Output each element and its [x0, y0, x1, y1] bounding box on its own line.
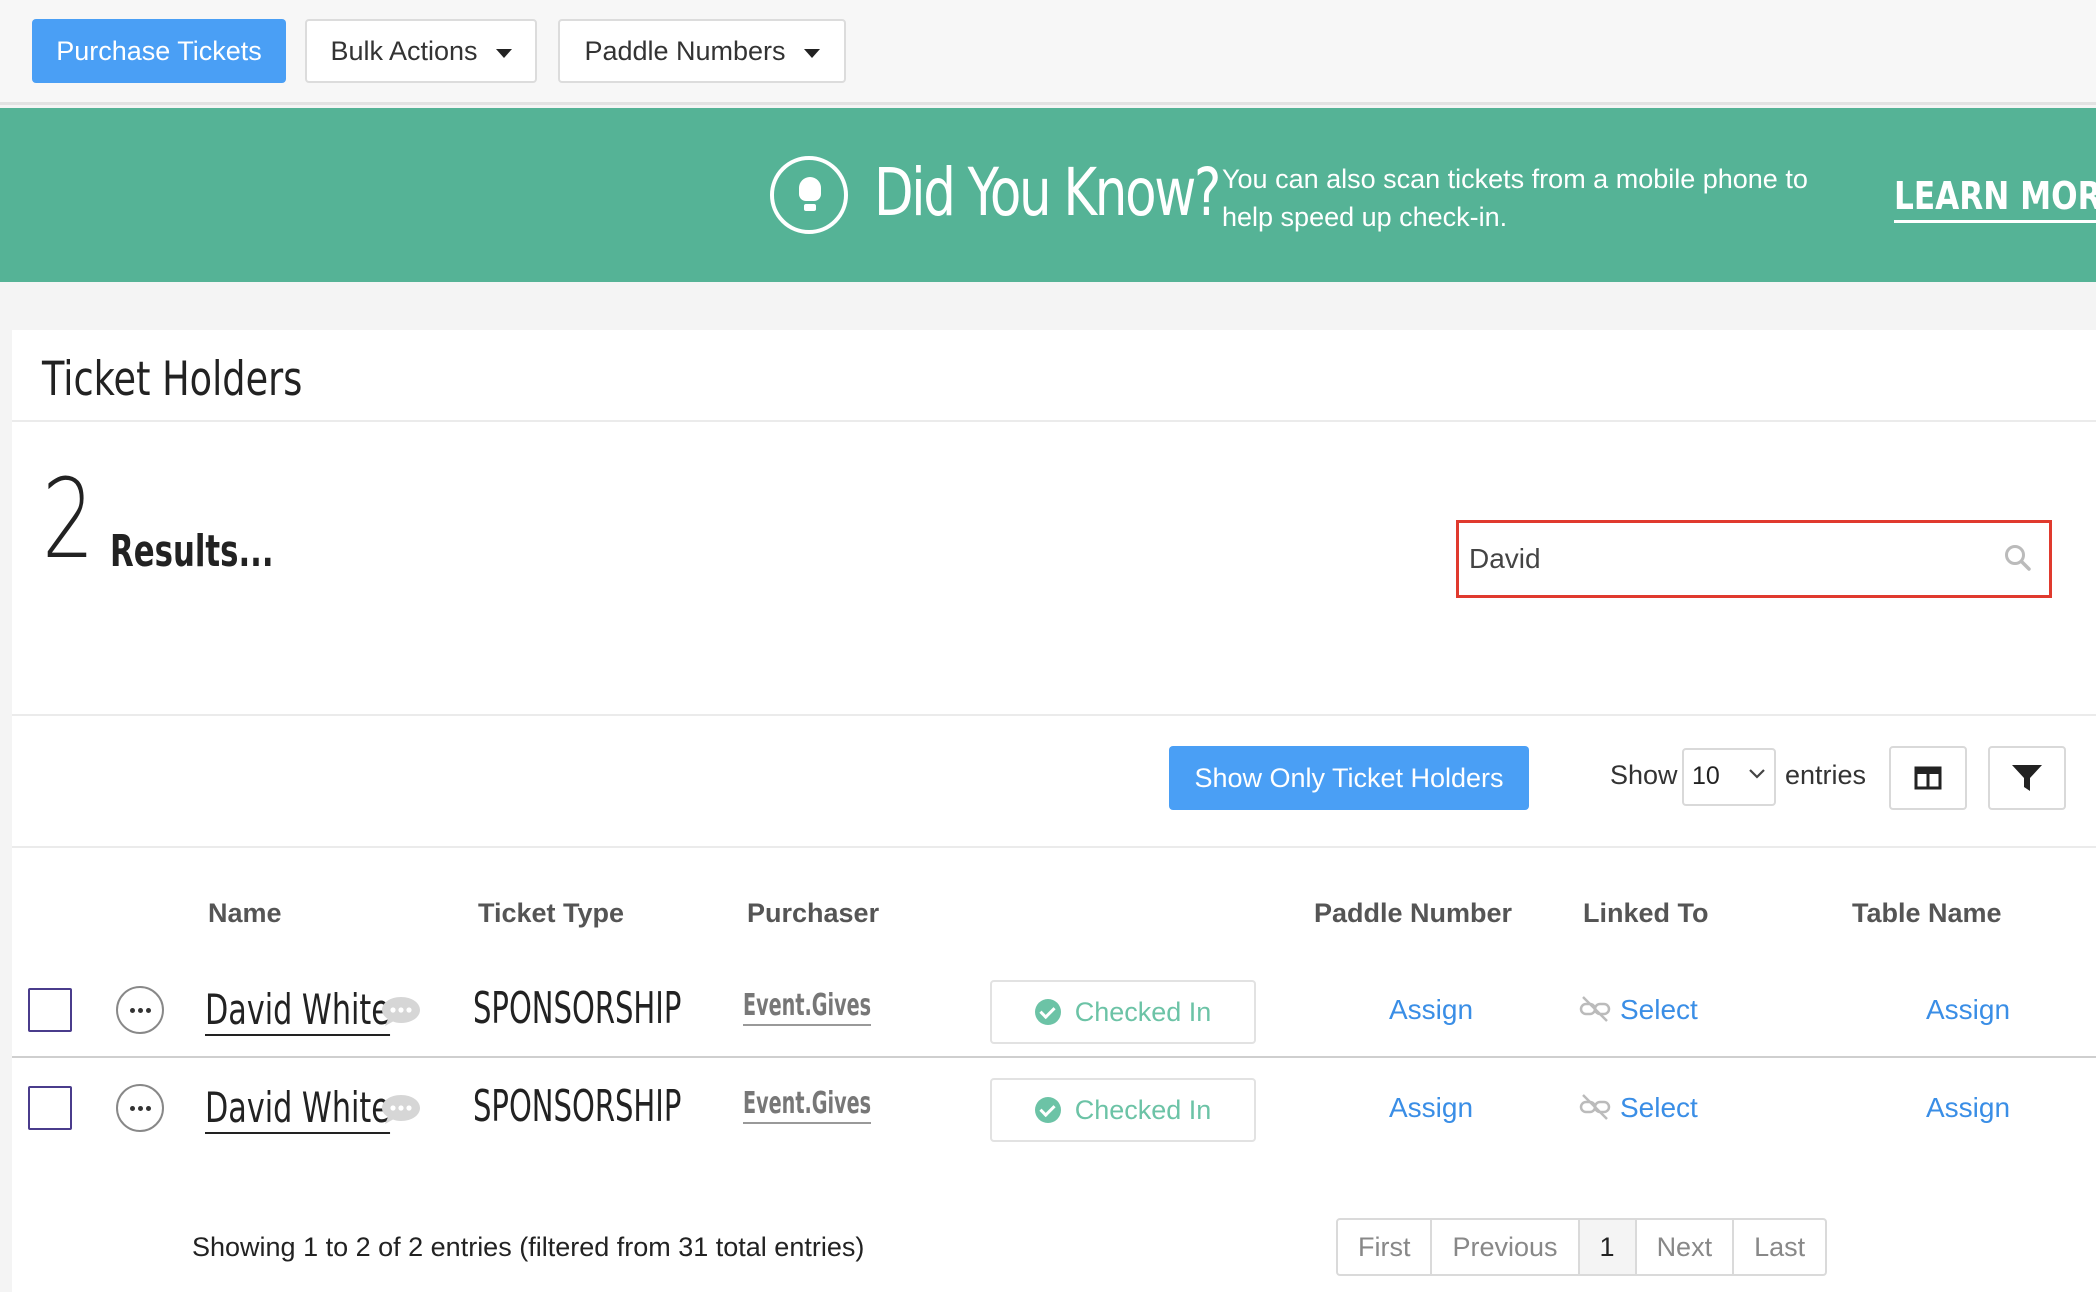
holder-name-link[interactable]: David White [205, 1086, 390, 1134]
row-actions-button[interactable] [116, 986, 164, 1034]
assign-paddle-link[interactable]: Assign [1389, 1092, 1473, 1124]
lightbulb-icon [770, 156, 848, 234]
checked-in-label: Checked In [1074, 996, 1212, 1027]
row-checkbox[interactable] [28, 1086, 72, 1130]
filter-icon [2012, 765, 2042, 791]
more-dots-icon [129, 1007, 135, 1013]
select-linked-link[interactable]: Select [1620, 1092, 1698, 1124]
pagination-last[interactable]: Last [1734, 1220, 1825, 1274]
banner-title: Did You Know? [874, 154, 1221, 231]
banner-text: You can also scan tickets from a mobile … [1222, 164, 1808, 232]
paddle-numbers-button[interactable]: Paddle Numbers [558, 19, 846, 83]
select-linked-link[interactable]: Select [1620, 994, 1698, 1026]
caret-down-icon [495, 48, 512, 58]
caret-down-icon [803, 48, 820, 58]
columns-icon [1914, 766, 1942, 790]
divider [12, 714, 2096, 716]
ticket-type: SPONSORSHIP [473, 1081, 682, 1132]
show-label: Show [1610, 760, 1678, 790]
assign-table-link[interactable]: Assign [1926, 994, 2010, 1026]
unlink-icon [1579, 1094, 1611, 1120]
ticket-holders-panel: Ticket Holders 2 Results... Show Only Ti… [12, 330, 2096, 1292]
search-box [1456, 520, 2052, 598]
did-you-know-banner: Did You Know? You can also scan tickets … [0, 108, 2096, 282]
learn-more-link[interactable]: LEARN MORE [1894, 174, 2096, 223]
toolbar: Purchase Tickets Bulk Actions Paddle Num… [0, 0, 2096, 105]
column-header-name[interactable]: Name [208, 898, 282, 929]
unlink-icon [1579, 996, 1611, 1022]
assign-paddle-link[interactable]: Assign [1389, 994, 1473, 1026]
bulk-actions-label: Bulk Actions [330, 35, 478, 66]
row-actions-button[interactable] [116, 1084, 164, 1132]
purchaser-link[interactable]: Event.Gives [743, 1088, 872, 1124]
results-count: 2 [42, 455, 95, 583]
results-label: Results... [110, 526, 274, 577]
show-only-ticket-holders-button[interactable]: Show Only Ticket Holders [1169, 746, 1529, 810]
paddle-numbers-label: Paddle Numbers [584, 35, 786, 66]
search-icon[interactable] [2003, 543, 2033, 573]
column-header-table-name[interactable]: Table Name [1852, 898, 2002, 929]
pagination: First Previous 1 Next Last [1336, 1218, 1828, 1276]
pagination-previous[interactable]: Previous [1432, 1220, 1580, 1274]
pagination-page-1[interactable]: 1 [1579, 1220, 1637, 1274]
checked-in-label: Checked In [1074, 1094, 1212, 1125]
ticket-type: SPONSORSHIP [473, 983, 682, 1034]
pagination-next[interactable]: Next [1637, 1220, 1735, 1274]
purchaser-link[interactable]: Event.Gives [743, 990, 872, 1026]
filter-button[interactable] [1988, 746, 2066, 810]
column-header-ticket-type[interactable]: Ticket Type [478, 898, 624, 929]
divider [12, 846, 2096, 848]
assign-table-link[interactable]: Assign [1926, 1092, 2010, 1124]
bulk-actions-button[interactable]: Bulk Actions [305, 19, 537, 83]
comment-icon[interactable] [380, 1092, 422, 1126]
entries-select-value: 10 [1692, 762, 1720, 790]
chevron-down-icon [1749, 769, 1765, 779]
checked-in-button[interactable]: Checked In [990, 980, 1256, 1044]
row-divider [12, 1056, 2096, 1058]
checked-in-button[interactable]: Checked In [990, 1078, 1256, 1142]
column-header-paddle-number[interactable]: Paddle Number [1314, 898, 1512, 929]
entries-info: Showing 1 to 2 of 2 entries (filtered fr… [192, 1232, 865, 1262]
holder-name-link[interactable]: David White [205, 988, 390, 1036]
column-header-purchaser[interactable]: Purchaser [747, 898, 879, 929]
check-circle-icon [1034, 1097, 1061, 1123]
entries-label: entries [1785, 760, 1867, 790]
page-title: Ticket Holders [42, 352, 303, 407]
column-header-linked-to[interactable]: Linked To [1583, 898, 1709, 929]
purchase-tickets-button[interactable]: Purchase Tickets [32, 19, 286, 83]
check-circle-icon [1034, 999, 1061, 1025]
panel-header: Ticket Holders [12, 330, 2096, 422]
columns-button[interactable] [1889, 746, 1967, 810]
entries-select[interactable]: 10 [1682, 748, 1776, 806]
more-dots-icon [129, 1105, 135, 1111]
comment-icon[interactable] [380, 994, 422, 1028]
search-input[interactable] [1469, 533, 1969, 585]
pagination-first[interactable]: First [1338, 1220, 1433, 1274]
row-checkbox[interactable] [28, 988, 72, 1032]
